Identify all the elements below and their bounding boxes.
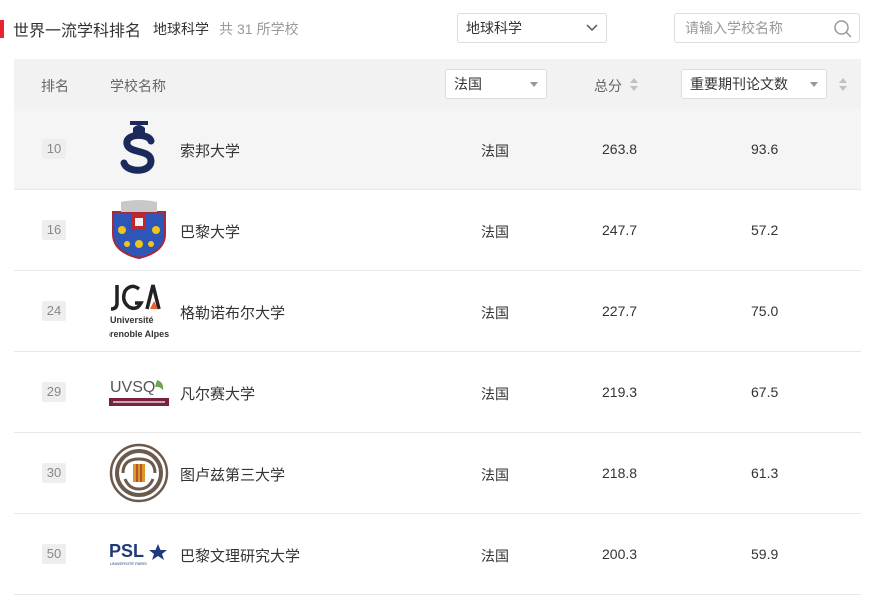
ranking-table: 10 索邦大学 法国 263.8 93.6 16 巴黎大学 法国 247.7 5… <box>14 109 861 595</box>
caret-down-icon <box>530 81 538 87</box>
country-cell: 法国 <box>481 386 509 402</box>
university-name[interactable]: 巴黎文理研究大学 <box>180 545 300 566</box>
table-row[interactable]: 50 PSL UNIVERSITÉ PARIS 巴黎文理研究大学 法国 200.… <box>14 514 861 595</box>
country-cell: 法国 <box>481 305 509 321</box>
university-name[interactable]: 凡尔赛大学 <box>180 383 255 404</box>
score-cell: 263.8 <box>602 141 638 157</box>
university-name[interactable]: 索邦大学 <box>180 140 240 161</box>
papers-cell: 59.9 <box>751 546 779 562</box>
score-cell: 227.7 <box>602 303 638 319</box>
universite-paris-crest <box>109 200 169 260</box>
col-score-header[interactable]: 总分 <box>594 76 622 96</box>
svg-text:Université: Université <box>110 315 154 325</box>
country-cell: 法国 <box>481 143 509 159</box>
count-suffix: 所学校 <box>256 21 299 37</box>
subject-label: 地球科学 <box>153 21 210 37</box>
table-row[interactable]: 29 UVSQ 凡尔赛大学 法国 219.3 67.5 <box>14 352 861 433</box>
count-prefix: 共 <box>219 21 234 37</box>
col-name-header: 学校名称 <box>110 78 166 94</box>
search-input[interactable] <box>675 14 845 42</box>
svg-text:PSL: PSL <box>109 541 144 561</box>
table-row[interactable]: 16 巴黎大学 法国 247.7 57.2 <box>14 190 861 271</box>
psl-logo: PSL UNIVERSITÉ PARIS <box>109 524 169 584</box>
papers-cell: 67.5 <box>751 384 779 400</box>
count-number: 31 <box>237 21 253 37</box>
rank-badge: 24 <box>42 301 66 321</box>
svg-text:Grenoble Alpes: Grenoble Alpes <box>109 329 169 339</box>
uvsq-logo: UVSQ <box>109 362 169 422</box>
papers-cell: 93.6 <box>751 141 779 157</box>
country-cell: 法国 <box>481 548 509 564</box>
papers-cell: 57.2 <box>751 222 779 238</box>
svg-text:UVSQ: UVSQ <box>110 379 155 396</box>
rank-badge: 30 <box>42 463 66 483</box>
search-box <box>674 13 860 43</box>
subject-select[interactable]: 地球科学 <box>457 13 607 43</box>
country-filter-select[interactable]: 法国 <box>445 69 547 99</box>
page-title: 世界一流学科排名 <box>13 23 142 40</box>
rank-badge: 29 <box>42 382 66 402</box>
rank-badge: 50 <box>42 544 66 564</box>
chevron-down-icon <box>586 24 598 32</box>
table-row[interactable]: 30 图卢兹第三大学 法国 218.8 61.3 <box>14 433 861 514</box>
score-cell: 219.3 <box>602 384 638 400</box>
rank-badge: 16 <box>42 220 66 240</box>
caret-down-icon <box>810 81 818 87</box>
university-name[interactable]: 格勒诺布尔大学 <box>180 302 285 323</box>
page-header: 世界一流学科排名 地球科学 共 31 所学校 <box>0 18 299 40</box>
indicator-select[interactable]: 重要期刊论文数 <box>681 69 827 99</box>
university-name[interactable]: 图卢兹第三大学 <box>180 464 285 485</box>
indicator-select-value: 重要期刊论文数 <box>690 76 788 92</box>
svg-text:UNIVERSITÉ PARIS: UNIVERSITÉ PARIS <box>110 561 147 566</box>
rank-badge: 10 <box>42 139 66 159</box>
papers-cell: 61.3 <box>751 465 779 481</box>
country-filter-value: 法国 <box>454 76 482 92</box>
table-row[interactable]: 10 索邦大学 法国 263.8 93.6 <box>14 109 861 190</box>
subject-select-value: 地球科学 <box>466 20 522 36</box>
school-count: 共 31 所学校 <box>219 19 299 39</box>
sort-icon[interactable] <box>839 78 847 92</box>
sort-icon[interactable] <box>630 78 638 92</box>
country-cell: 法国 <box>481 224 509 240</box>
score-cell: 218.8 <box>602 465 638 481</box>
university-name[interactable]: 巴黎大学 <box>180 221 240 242</box>
sorbonne-logo <box>109 119 169 179</box>
score-cell: 200.3 <box>602 546 638 562</box>
title-accent-bar <box>0 20 4 38</box>
score-cell: 247.7 <box>602 222 638 238</box>
search-icon[interactable] <box>833 19 853 39</box>
papers-cell: 75.0 <box>751 303 779 319</box>
toulouse-seal <box>109 443 169 503</box>
uga-logo: Université Grenoble Alpes <box>103 281 169 341</box>
col-rank-header: 排名 <box>41 78 69 94</box>
country-cell: 法国 <box>481 467 509 483</box>
table-row[interactable]: 24 Université Grenoble Alpes 格勒诺布尔大学 法国 … <box>14 271 861 352</box>
table-header: 排名 学校名称 法国 总分 重要期刊论文数 <box>14 59 861 109</box>
